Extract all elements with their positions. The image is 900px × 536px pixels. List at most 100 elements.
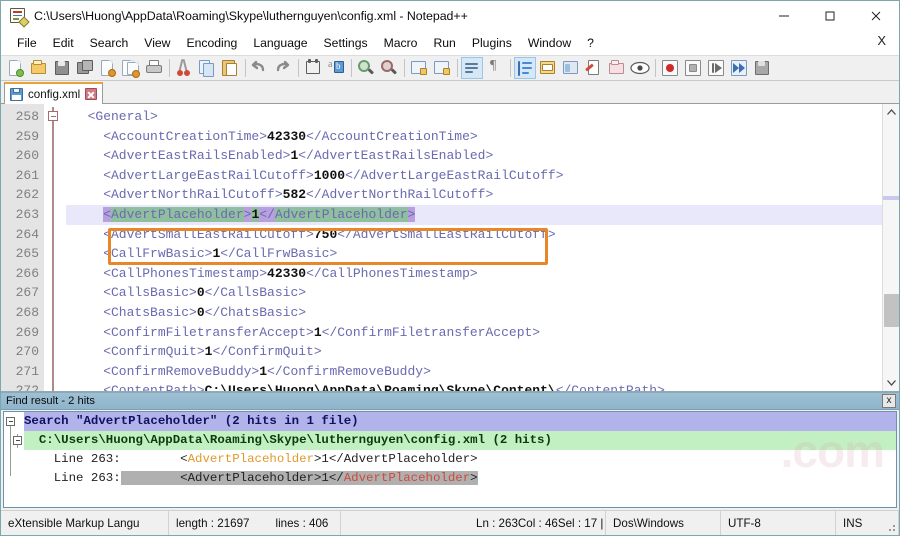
close-document-button[interactable]: X	[877, 34, 886, 47]
find-result-collapse-file-icon[interactable]	[13, 436, 22, 445]
playback-macro-icon[interactable]	[705, 57, 727, 79]
minimize-button[interactable]	[761, 1, 807, 31]
status-sel: Sel : 17 | 1	[557, 516, 605, 530]
new-file-icon[interactable]	[5, 57, 27, 79]
status-ln: Ln : 263	[476, 516, 518, 530]
save-macro-icon[interactable]	[751, 57, 773, 79]
print-icon[interactable]	[143, 57, 165, 79]
find-result-hit-line[interactable]: Line 263: <AdvertPlaceholder>1</AdvertPl…	[24, 469, 896, 488]
folder-as-workspace-icon[interactable]	[606, 57, 628, 79]
line-number: 271	[15, 363, 39, 379]
menu-macro[interactable]: Macro	[376, 33, 426, 54]
open-file-icon[interactable]	[28, 57, 50, 79]
show-document-map-icon[interactable]	[560, 57, 582, 79]
monitoring-icon[interactable]	[629, 57, 651, 79]
menu-view[interactable]: View	[136, 33, 178, 54]
code-line[interactable]: <ConfirmQuit>1</ConfirmQuit>	[66, 342, 882, 362]
code-line[interactable]: <AdvertNorthRailCutoff>582</AdvertNorthR…	[66, 185, 882, 205]
record-macro-icon[interactable]	[659, 57, 681, 79]
find-result-body[interactable]: Search "AdvertPlaceholder" (2 hits in 1 …	[3, 411, 897, 508]
status-lines: lines : 406	[275, 516, 329, 530]
code-line[interactable]: <ContentPath>C:\Users\Huong\AppData\Roam…	[66, 381, 882, 391]
resize-grip[interactable]	[884, 520, 896, 532]
word-wrap-icon[interactable]	[461, 57, 483, 79]
user-defined-dialog-icon[interactable]	[537, 57, 559, 79]
zoom-out-icon[interactable]	[378, 57, 400, 79]
line-number: 264	[15, 226, 39, 242]
copy-icon[interactable]	[196, 57, 218, 79]
sync-horizontal-scroll-icon[interactable]	[431, 57, 453, 79]
replace-icon[interactable]: ab	[325, 57, 347, 79]
scroll-up-arrow[interactable]	[883, 104, 899, 121]
find-result-close-icon[interactable]: x	[882, 394, 896, 408]
code-line[interactable]: <ConfirmFiletransferAccept>1</ConfirmFil…	[66, 323, 882, 343]
show-all-characters-icon[interactable]: ¶	[484, 57, 506, 79]
indent-guide-icon[interactable]	[514, 57, 536, 79]
menu-settings[interactable]: Settings	[316, 33, 376, 54]
line-number: 266	[15, 265, 39, 281]
close-file-icon[interactable]	[97, 57, 119, 79]
sync-vertical-scroll-icon[interactable]	[408, 57, 430, 79]
toolbar-separator	[348, 57, 355, 79]
code-line[interactable]: <AdvertEastRailsEnabled>1</AdvertEastRai…	[66, 146, 882, 166]
redo-icon[interactable]	[272, 57, 294, 79]
menu-search[interactable]: Search	[82, 33, 137, 54]
code-line[interactable]: <AccountCreationTime>42330</AccountCreat…	[66, 127, 882, 147]
code-line[interactable]: <CallPhonesTimestamp>42330</CallPhonesTi…	[66, 264, 882, 284]
code-text-area[interactable]: <General> <AccountCreationTime>42330</Ac…	[66, 104, 882, 391]
tab-close-icon[interactable]	[85, 88, 98, 100]
status-col: Col : 46	[517, 516, 558, 530]
code-line[interactable]: <ConfirmRemoveBuddy>1</ConfirmRemoveBudd…	[66, 362, 882, 382]
zoom-in-icon[interactable]	[355, 57, 377, 79]
menu-help[interactable]: ?	[579, 33, 602, 54]
line-number: 268	[15, 304, 39, 320]
editor-vertical-scrollbar[interactable]	[882, 104, 899, 391]
menu-edit[interactable]: Edit	[45, 33, 82, 54]
menu-language[interactable]: Language	[245, 33, 315, 54]
line-number: 267	[15, 285, 39, 301]
tab-config-xml[interactable]: config.xml	[4, 82, 104, 104]
cut-icon[interactable]	[173, 57, 195, 79]
fold-margin[interactable]	[44, 104, 66, 391]
paste-icon[interactable]	[219, 57, 241, 79]
code-line[interactable]: <CallsBasic>0</CallsBasic>	[66, 283, 882, 303]
toolbar-separator	[454, 57, 461, 79]
line-number: 265	[15, 246, 39, 262]
code-line[interactable]: <AdvertSmallEastRailCutoff>750</AdvertSm…	[66, 225, 882, 245]
maximize-button[interactable]	[807, 1, 853, 31]
tab-bar: config.xml	[1, 81, 899, 104]
stop-recording-icon[interactable]	[682, 57, 704, 79]
fold-collapse-icon[interactable]	[48, 111, 58, 121]
save-icon[interactable]	[51, 57, 73, 79]
toolbar-separator	[166, 57, 173, 79]
run-macro-multiple-icon[interactable]	[728, 57, 750, 79]
find-result-lines[interactable]: Search "AdvertPlaceholder" (2 hits in 1 …	[24, 412, 896, 507]
app-icon	[9, 7, 30, 28]
code-editor[interactable]: 258 259 260 261 262 263 264 265 266 267 268 269 270 2…	[1, 104, 899, 392]
undo-icon[interactable]	[249, 57, 271, 79]
code-line[interactable]: <AdvertLargeEastRailCutoff>1000</AdvertL…	[66, 166, 882, 186]
line-number: 258	[15, 109, 39, 124]
menu-run[interactable]: Run	[425, 33, 463, 54]
menu-window[interactable]: Window	[520, 33, 579, 54]
status-position: Ln : 263 Col : 46 Sel : 17 | 1	[341, 511, 606, 535]
find-result-header[interactable]: Find result - 2 hits x	[1, 393, 899, 410]
scroll-down-arrow[interactable]	[883, 374, 899, 391]
code-line[interactable]: <AdvertPlaceholder>1</AdvertPlaceholder>	[66, 204, 882, 225]
menu-plugins[interactable]: Plugins	[464, 33, 520, 54]
scrollbar-thumb[interactable]	[884, 294, 899, 327]
code-line[interactable]: <General>	[66, 107, 882, 127]
find-icon[interactable]	[302, 57, 324, 79]
close-all-icon[interactable]	[120, 57, 142, 79]
menu-file[interactable]: File	[9, 33, 45, 54]
find-result-file-line[interactable]: C:\Users\Huong\AppData\Roaming\Skype\lut…	[24, 431, 896, 450]
save-all-icon[interactable]	[74, 57, 96, 79]
code-line[interactable]: <CallFrwBasic>1</CallFrwBasic>	[66, 244, 882, 264]
find-result-hit-line[interactable]: Line 263: <AdvertPlaceholder>1</AdvertPl…	[24, 450, 896, 469]
close-window-button[interactable]	[853, 1, 899, 31]
code-line[interactable]: <ChatsBasic>0</ChatsBasic>	[66, 303, 882, 323]
function-list-icon[interactable]	[583, 57, 605, 79]
menu-encoding[interactable]: Encoding	[178, 33, 245, 54]
find-result-search-line[interactable]: Search "AdvertPlaceholder" (2 hits in 1 …	[24, 412, 896, 431]
find-result-collapse-search-icon[interactable]	[6, 417, 15, 426]
